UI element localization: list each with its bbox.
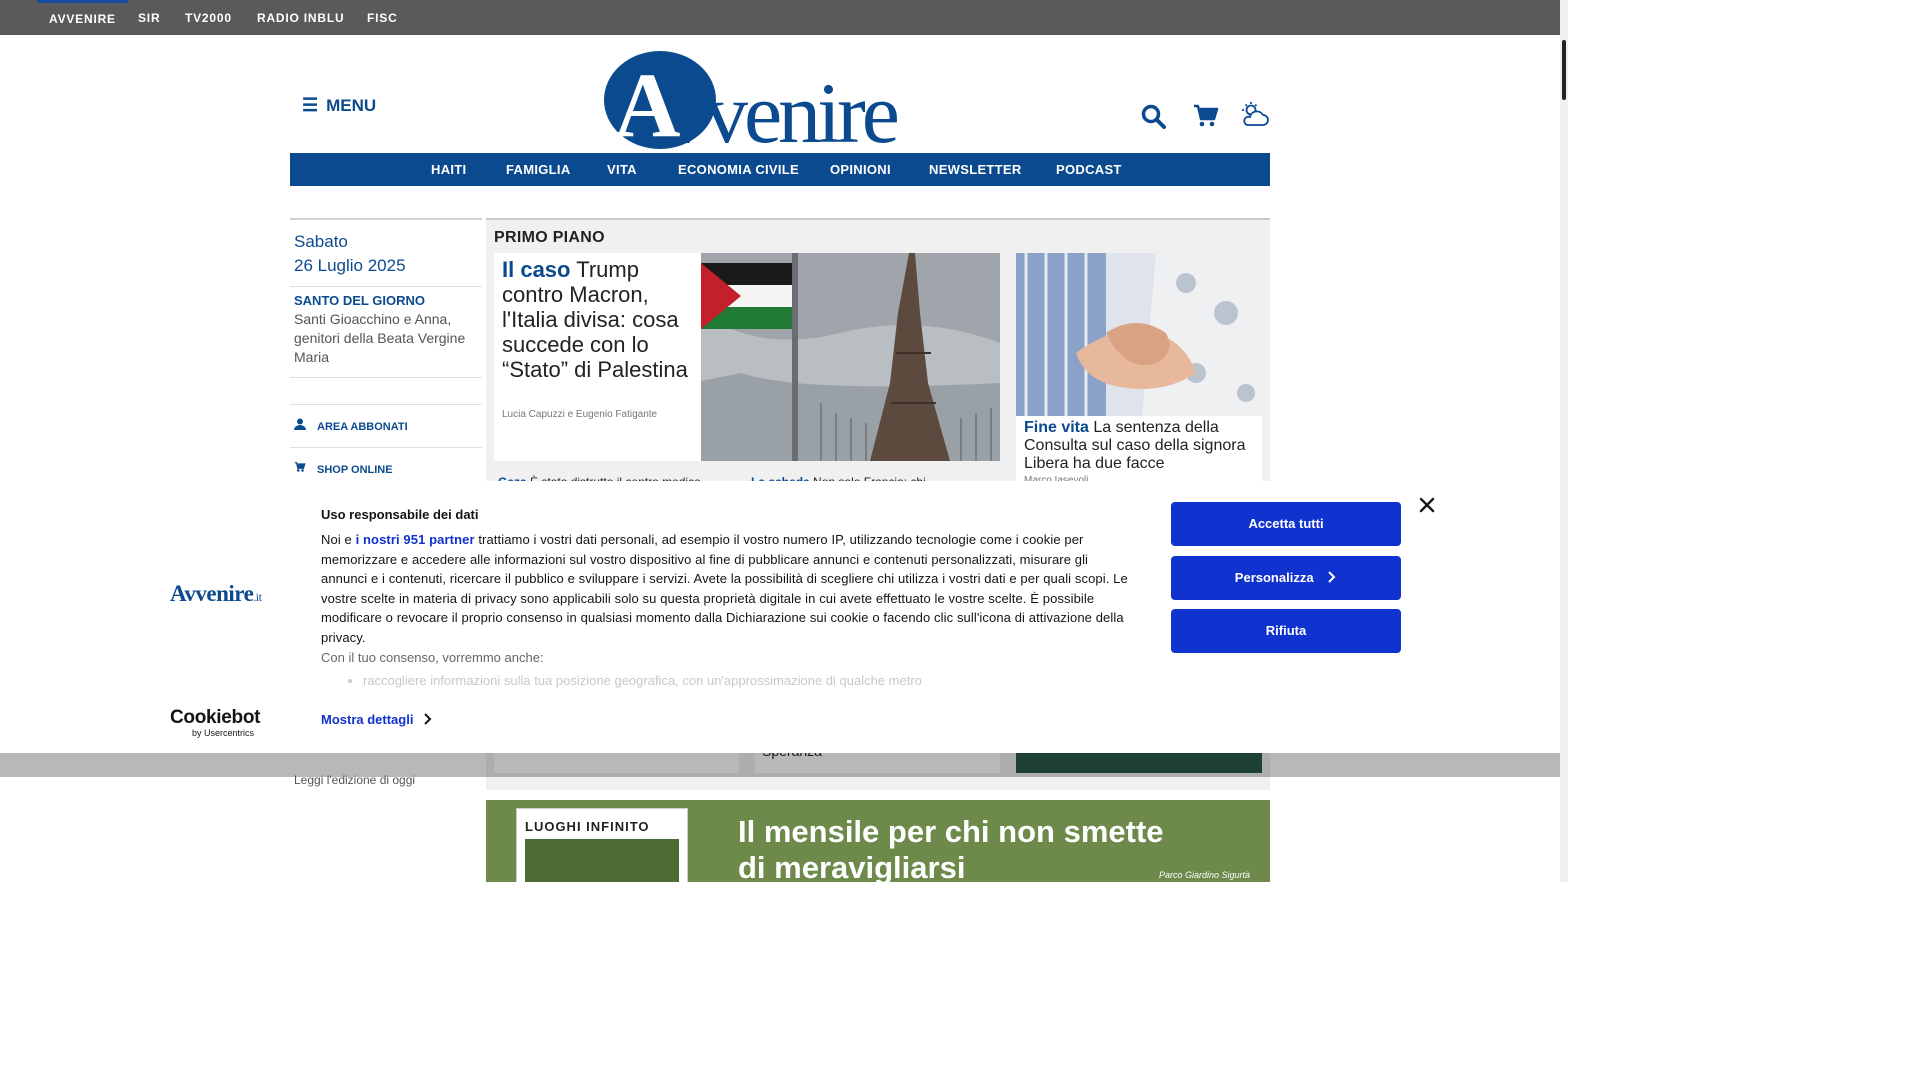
main-story-card[interactable]: Il caso Trump contro Macron, l'Italia di… [494,253,1000,461]
accept-all-button[interactable]: Accetta tutti [1171,502,1401,546]
nav-item-opinioni[interactable]: OPINIONI [830,153,891,186]
customize-button[interactable]: Personalizza [1171,556,1401,600]
topbar-link-tv2000[interactable]: TV2000 [185,0,232,35]
cookie-brand-name: Avvenire [170,581,254,606]
network-topbar: AVVENIRE SIR TV2000 RADIO INBLU FISC [0,0,1560,35]
hamburger-icon: ☰ [302,95,319,115]
side-story-kicker: Fine vita [1024,419,1089,436]
topbar-link-avvenire[interactable]: AVVENIRE [37,0,128,38]
consent-item-geolocation: raccogliere informazioni sulla tua posiz… [363,673,1136,688]
chevron-right-icon [424,713,432,725]
search-icon[interactable] [1140,103,1168,131]
date-day: Sabato [294,232,348,251]
main-story-photo[interactable] [701,253,1000,461]
partners-link[interactable]: i nostri 951 partner [356,532,475,547]
shop-online-label: SHOP ONLINE [317,464,393,476]
nav-item-haiti[interactable]: HAITI [431,153,466,186]
subscriber-area-link[interactable]: AREA ABBONATI [290,404,482,447]
date-full: 26 Luglio 2025 [294,256,406,275]
banner-credit: Parco Giardino Sigurtà [1158,870,1250,880]
consent-heading: Con il tuo consenso, vorremmo anche: [321,650,544,665]
menu-button[interactable]: ☰ MENU [302,95,376,116]
current-date: Sabato 26 Luglio 2025 [290,220,482,286]
side-story-card[interactable]: Fine vita La sentenza della Consulta sul… [1016,253,1262,513]
user-icon [294,405,312,447]
main-nav: HAITI FAMIGLIA VITA ECONOMIA CIVILE OPIN… [290,153,1270,186]
cookie-brand-suffix: .it [253,590,262,604]
cookiebot-sublogo: by Usercentrics [192,728,255,738]
close-icon[interactable] [1416,494,1438,516]
cookie-consent-dialog: Avvenire.it Uso responsabile dei dati No… [0,481,1560,753]
reject-button[interactable]: Rifiuta [1171,609,1401,653]
nav-item-economia-civile[interactable]: ECONOMIA CIVILE [678,153,799,186]
cookie-brand-logo: Avvenire.it [170,581,262,607]
nav-item-vita[interactable]: VITA [607,153,637,186]
magazine-title: LUOGHI INFINITO [525,819,650,834]
main-story-kicker: Il caso [502,257,571,282]
magazine-banner[interactable]: LUOGHI INFINITO Il mensile per chi non s… [486,800,1270,882]
chevron-right-icon [1328,571,1336,583]
edition-link[interactable]: Leggi l'edizione di oggi [294,773,415,787]
show-details-label: Mostra dettagli [321,712,414,727]
side-story-photo[interactable] [1016,253,1262,416]
section-title: PRIMO PIANO [494,229,605,246]
topbar-link-fisc[interactable]: FISC [367,0,398,35]
logo-text: vvenire [666,65,898,150]
magazine-cover: LUOGHI INFINITO [516,808,688,882]
saint-of-day-title[interactable]: SANTO DEL GIORNO [290,293,482,308]
avvenire-logo[interactable]: A vvenire [602,50,952,150]
cookie-description: Noi e i nostri 951 partner trattiamo i v… [321,530,1136,647]
cookie-consent-purposes: Con il tuo consenso, vorremmo anche: rac… [321,650,1136,688]
nav-item-newsletter[interactable]: NEWSLETTER [929,153,1022,186]
main-story-author: Lucia Capuzzi e Eugenio Fatigante [502,409,658,420]
customize-label: Personalizza [1234,570,1314,585]
topbar-link-sir[interactable]: SIR [138,0,160,35]
menu-label: MENU [326,96,377,115]
side-story-headline[interactable]: Fine vita La sentenza della Consulta sul… [1024,419,1256,473]
cookie-title: Uso responsabile dei dati [321,507,479,522]
scrollbar-thumb[interactable] [1562,40,1566,100]
cart-icon[interactable] [1192,102,1220,130]
subscriber-area-label: AREA ABBONATI [317,421,408,433]
show-details-link[interactable]: Mostra dettagli [321,712,433,727]
nav-item-famiglia[interactable]: FAMIGLIA [506,153,571,186]
left-sidebar: Sabato 26 Luglio 2025 SANTO DEL GIORNO S… [290,218,482,490]
banner-text: Il mensile per chi non smette di meravig… [738,814,1164,882]
cookie-text-intro: Noi e [321,532,356,547]
weather-icon[interactable] [1240,101,1270,129]
topbar-link-radio-inblu[interactable]: RADIO INBLU [257,0,344,35]
cookiebot-logo[interactable]: Cookiebot [170,707,260,729]
cookie-text-body: trattiamo i vostri dati personali, ad es… [321,532,1128,645]
saint-of-day-text[interactable]: Santi Gioacchino e Anna, genitori della … [290,308,482,377]
main-story-headline[interactable]: Il caso Trump contro Macron, l'Italia di… [502,257,688,382]
magazine-cover-image [525,839,679,882]
nav-item-podcast[interactable]: PODCAST [1056,153,1122,186]
page-scrollbar[interactable] [1560,0,1568,882]
